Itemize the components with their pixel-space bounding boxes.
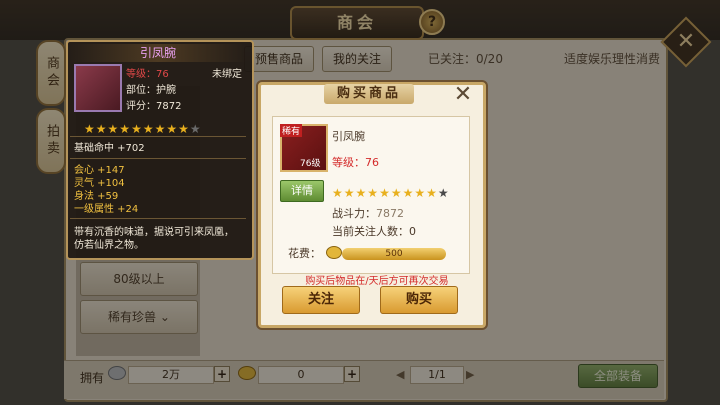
star-filled-icon: ★ <box>390 186 402 200</box>
close-icon: ✕ <box>453 82 473 107</box>
rarity-badge: 稀有 <box>280 124 303 137</box>
tooltip-bind-status: 未绑定 <box>212 69 242 80</box>
tooltip-base-stat: 基础命中 +702 <box>74 143 145 154</box>
trade-notice: 购买后物品在/天后方可再次交易 <box>305 276 449 287</box>
tooltip-stat: 会心 +147 <box>74 165 125 176</box>
tooltip-level: 等级：76 <box>126 68 169 81</box>
cost-label: 花费： <box>288 247 321 260</box>
star-empty-icon: ★ <box>437 186 449 200</box>
star-filled-icon: ★ <box>355 186 367 200</box>
tooltip-level-value: 76 <box>156 69 169 80</box>
combat-power-label: 战斗力： <box>332 207 376 220</box>
tooltip-score: 评分：7872 <box>126 101 182 112</box>
star-filled-icon: ★ <box>402 186 414 200</box>
cost-value: 500 <box>342 248 446 260</box>
dialog-close-button[interactable]: ✕ <box>452 84 474 106</box>
watcher-count: 当前关注人数：0 <box>332 225 416 239</box>
combat-power: 战斗力：7872 <box>332 207 404 221</box>
star-filled-icon: ★ <box>426 186 437 200</box>
star-empty-icon: ★ <box>189 122 201 136</box>
divider <box>70 136 246 137</box>
star-filled-icon: ★ <box>178 122 189 136</box>
star-filled-icon: ★ <box>367 186 379 200</box>
star-filled-icon: ★ <box>84 122 95 136</box>
tooltip-item-name: 引凤腕 <box>70 44 246 62</box>
tooltip-stat: 一级属性 +24 <box>74 204 139 215</box>
tooltip-item-icon <box>74 64 122 112</box>
star-filled-icon: ★ <box>131 122 142 136</box>
tooltip-star-rating: ★★★★★★★★★★ <box>84 118 202 137</box>
star-filled-icon: ★ <box>142 122 154 136</box>
star-filled-icon: ★ <box>332 186 343 200</box>
dialog-star-rating: ★★★★★★★★★★ <box>332 182 450 201</box>
star-filled-icon: ★ <box>414 186 426 200</box>
star-filled-icon: ★ <box>343 186 355 200</box>
watcher-count-label: 当前关注人数： <box>332 225 409 238</box>
star-filled-icon: ★ <box>119 122 131 136</box>
star-filled-icon: ★ <box>154 122 166 136</box>
buy-button[interactable]: 购买 <box>380 286 458 314</box>
star-filled-icon: ★ <box>107 122 119 136</box>
follow-button[interactable]: 关注 <box>282 286 360 314</box>
dialog-level: 等级：76 <box>332 156 379 170</box>
combat-power-value: 7872 <box>376 207 404 220</box>
detail-button[interactable]: 详情 <box>280 180 324 202</box>
star-filled-icon: ★ <box>379 186 390 200</box>
tooltip-description-2: 仿若仙界之物。 <box>74 240 144 251</box>
item-level-badge: 76级 <box>300 159 321 169</box>
star-filled-icon: ★ <box>166 122 178 136</box>
tooltip-level-label: 等级： <box>126 69 156 80</box>
divider <box>70 158 246 159</box>
dialog-item-name: 引凤腕 <box>332 130 365 143</box>
gold-ingot-icon <box>326 246 342 259</box>
star-filled-icon: ★ <box>95 122 107 136</box>
tooltip-slot: 部位：护腕 <box>126 85 176 96</box>
tooltip-stat: 身法 +59 <box>74 191 119 202</box>
tooltip-stat: 灵气 +104 <box>74 178 125 189</box>
dialog-level-value: 76 <box>365 156 379 169</box>
divider <box>70 218 246 219</box>
tooltip-description-1: 带有沉香的味道，据说可引来凤凰， <box>74 227 234 238</box>
watcher-count-value: 0 <box>409 225 416 238</box>
dialog-title: 购买商品 <box>324 84 414 104</box>
dialog-level-label: 等级： <box>332 156 365 169</box>
